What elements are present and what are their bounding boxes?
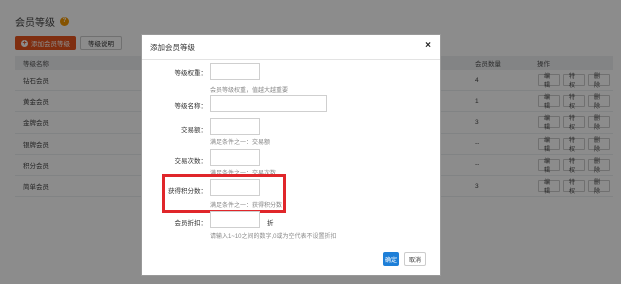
trade-amount-hint: 满足条件之一：交易额	[210, 140, 271, 146]
trade-times-input[interactable]	[210, 149, 260, 166]
discount-unit: 折	[267, 220, 274, 227]
add-member-level-dialog: 添加会员等级 × 等级权重： 会员等级权重，值越大越重要 等级名称： 交易额： …	[141, 34, 441, 276]
dialog-title: 添加会员等级	[150, 42, 195, 52]
cancel-button[interactable]: 取消	[404, 252, 426, 266]
level-weight-hint: 会员等级权重，值越大越重要	[210, 88, 289, 94]
level-weight-input[interactable]	[210, 63, 260, 80]
dialog-footer: 确定 取消	[142, 249, 440, 275]
confirm-button[interactable]: 确定	[383, 252, 399, 266]
level-name-label: 等级名称：	[174, 103, 208, 110]
level-name-input[interactable]	[210, 95, 327, 112]
dialog-header: 添加会员等级 ×	[142, 35, 440, 60]
member-discount-input[interactable]	[210, 211, 260, 228]
trade-amount-label: 交易额：	[181, 127, 207, 134]
trade-amount-input[interactable]	[210, 118, 260, 135]
level-weight-label: 等级权重：	[174, 70, 208, 77]
member-discount-hint: 请输入1~10之间的数字,0或为空代表不设置折扣	[210, 234, 337, 240]
trade-times-label: 交易次数：	[174, 158, 208, 165]
close-icon[interactable]: ×	[425, 40, 431, 51]
points-highlight-annotation	[162, 174, 286, 213]
member-discount-label: 会员折扣：	[174, 220, 208, 227]
